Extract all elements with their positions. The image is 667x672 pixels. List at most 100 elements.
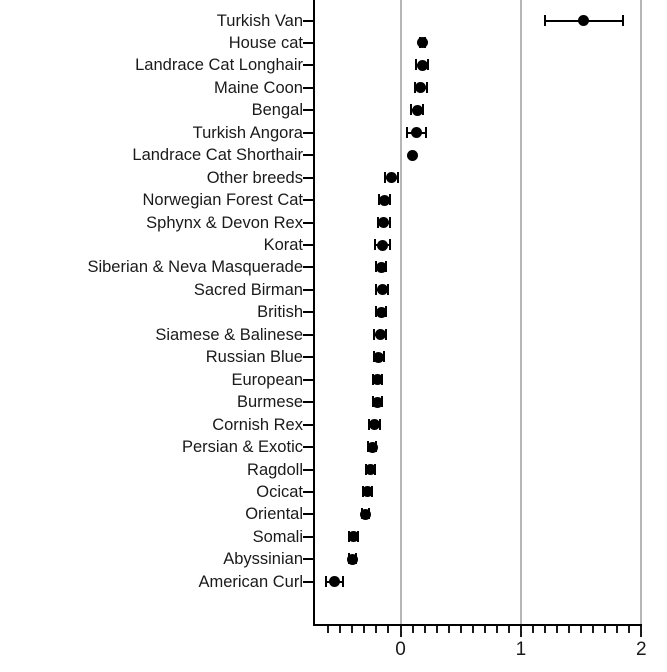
error-bar-cap: [388, 239, 391, 250]
data-point: [415, 82, 427, 94]
data-point: [375, 261, 387, 273]
y-axis-tick: [303, 64, 313, 67]
y-axis-label: Siberian & Neva Masquerade: [87, 258, 303, 277]
y-axis-label: Maine Coon: [214, 78, 303, 97]
y-axis-label: Ocicat: [256, 482, 303, 501]
y-axis-label: Somali: [252, 527, 303, 546]
y-axis-tick: [303, 244, 313, 246]
error-bar-cap: [397, 171, 400, 183]
y-axis-tick: [303, 580, 313, 583]
x-axis-ticklabel: 0: [395, 639, 406, 660]
y-axis-tick: [303, 333, 313, 336]
y-axis-label: Norwegian Forest Cat: [142, 191, 303, 210]
y-axis-tick: [303, 490, 313, 493]
y-axis-label: Landrace Cat Shorthair: [132, 146, 303, 165]
y-axis-label: British: [257, 303, 303, 322]
y-axis-tick: [303, 221, 313, 224]
y-axis-label: Abyssinian: [223, 550, 303, 569]
x-axis-minor-tick: [543, 626, 546, 633]
y-axis-tick: [303, 468, 313, 471]
x-axis-minor-tick: [423, 626, 426, 633]
error-bar-cap: [425, 81, 428, 93]
x-axis-minor-tick: [616, 626, 619, 633]
x-axis-minor-tick: [495, 626, 498, 633]
y-axis-tick: [303, 513, 313, 516]
y-axis-label: Korat: [263, 236, 303, 254]
data-point: [411, 104, 423, 116]
y-axis-tick: [303, 199, 313, 202]
y-axis-tick: [303, 401, 313, 404]
y-axis-tick: [303, 446, 313, 449]
data-point: [364, 464, 376, 475]
data-point: [374, 329, 386, 341]
error-bar-cap: [622, 14, 625, 26]
y-axis-tick: [303, 86, 313, 89]
x-axis-minor-tick: [568, 626, 571, 633]
error-bar-cap: [424, 126, 427, 138]
y-axis-tick: [303, 19, 313, 22]
gridline-2: [640, 0, 643, 624]
x-axis-minor-tick: [435, 626, 438, 633]
data-point: [410, 127, 422, 139]
x-axis-minor-tick: [411, 626, 414, 633]
data-point: [379, 194, 391, 206]
y-axis-label: Bengal: [251, 101, 303, 120]
error-bar-cap: [405, 126, 408, 138]
y-axis-label: Sacred Birman: [193, 280, 303, 299]
y-axis-label: Turkish Van: [216, 11, 303, 30]
x-axis-major-tick: [640, 626, 643, 637]
x-axis-minor-tick: [339, 626, 342, 633]
data-point: [346, 553, 358, 565]
y-axis-label: American Curl: [198, 572, 303, 591]
x-axis-minor-tick: [387, 626, 390, 633]
x-axis-major-tick: [519, 626, 522, 637]
data-point: [376, 239, 388, 251]
data-point: [328, 576, 340, 588]
y-axis-label: Cornish Rex: [212, 415, 303, 434]
x-axis-minor-tick: [483, 626, 486, 633]
error-bar-cap: [341, 575, 344, 587]
data-point: [376, 284, 388, 296]
data-point: [373, 351, 385, 363]
x-axis-minor-tick: [351, 626, 354, 633]
x-axis-minor-tick: [447, 626, 450, 633]
x-axis-minor-tick: [604, 626, 607, 633]
x-axis-major-tick: [399, 626, 402, 637]
y-axis-label: Sphynx & Devon Rex: [146, 213, 303, 232]
error-bar-cap: [543, 14, 546, 26]
y-axis-label: Other breeds: [206, 168, 303, 187]
error-bar-cap: [324, 575, 327, 587]
data-point: [385, 172, 397, 184]
data-point: [578, 15, 589, 26]
y-axis-label-group: Turkish Van House cat Landrace Cat Longhai…: [0, 0, 303, 624]
y-axis-label: Ragdoll: [247, 460, 303, 479]
data-point: [366, 441, 378, 453]
y-axis-label: European: [231, 370, 303, 389]
x-axis-minor-tick: [363, 626, 366, 633]
data-point: [360, 508, 372, 520]
y-axis-label: House cat: [228, 33, 303, 52]
x-axis-minor-tick: [531, 626, 534, 633]
data-point: [372, 396, 384, 408]
y-axis-tick: [303, 378, 313, 381]
data-point: [378, 217, 390, 229]
y-axis-tick: [303, 311, 313, 314]
x-axis-minor-tick: [580, 626, 583, 633]
y-axis-tick: [303, 41, 313, 44]
y-axis-tick: [303, 176, 313, 179]
y-axis-tick: [303, 558, 313, 561]
y-axis-label: Persian & Exotic: [181, 438, 303, 457]
x-axis-minor-tick: [556, 626, 559, 633]
y-axis-tick: [303, 266, 313, 269]
y-axis-tick: [303, 109, 313, 112]
data-point: [407, 149, 419, 161]
data-point: [416, 59, 428, 71]
error-bar-cap: [374, 239, 377, 250]
y-axis-tick: [303, 423, 313, 426]
x-axis-ticklabel: 2: [636, 639, 647, 660]
y-axis-tick: [303, 535, 313, 538]
data-point: [375, 306, 387, 318]
gridline-0: [399, 0, 402, 624]
y-axis-tick: [303, 154, 313, 157]
y-axis-tick: [303, 131, 313, 134]
